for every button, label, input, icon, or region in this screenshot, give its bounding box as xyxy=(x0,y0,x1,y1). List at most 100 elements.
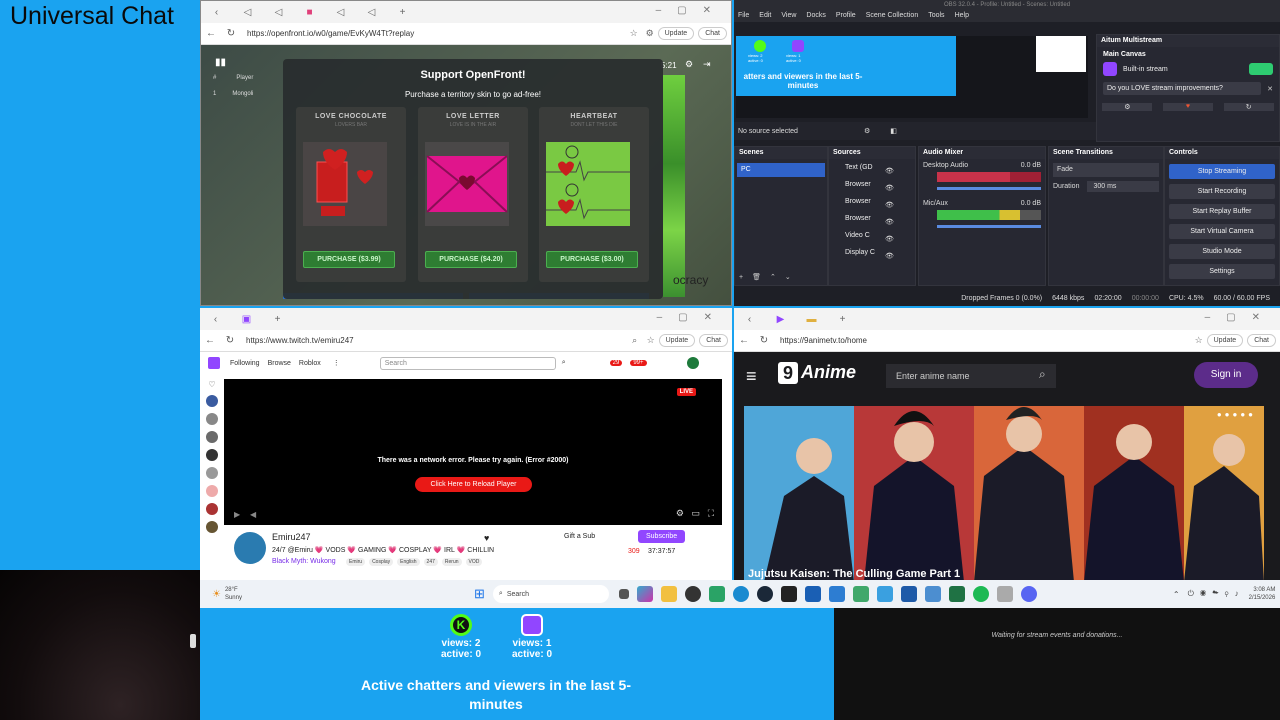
source-item[interactable]: Text (GD xyxy=(829,159,915,176)
menu-item[interactable]: Profile xyxy=(836,10,856,22)
excel-icon[interactable] xyxy=(948,586,965,602)
url-field[interactable]: https://openfront.io/w0/game/EvKyW4Tt?re… xyxy=(247,29,626,38)
taskbar-search[interactable]: ⌕ Search xyxy=(492,585,609,603)
anime-search-input[interactable]: Enter anime name xyxy=(886,364,1056,388)
copilot-icon[interactable] xyxy=(636,586,653,602)
reload-icon[interactable]: ↻ xyxy=(754,335,774,346)
obs-app-icon[interactable] xyxy=(684,586,701,602)
menu-item[interactable]: Help xyxy=(955,10,969,22)
file-explorer-icon[interactable] xyxy=(660,586,677,602)
featured-banner[interactable]: Jujutsu Kaisen: The Culling Game Part 1 … xyxy=(744,406,1264,580)
bookmark-icon[interactable]: ☆ xyxy=(1191,335,1207,346)
back-icon[interactable]: ← xyxy=(201,28,221,39)
nav-browse[interactable]: Browse xyxy=(268,360,291,367)
twitch-logo-icon[interactable] xyxy=(208,357,220,369)
chat-button[interactable]: Chat xyxy=(1247,334,1276,347)
volume-icon[interactable]: ◀ xyxy=(250,510,256,519)
window-controls[interactable]: –▢✕ xyxy=(1205,312,1276,323)
settings-button[interactable]: Settings xyxy=(1169,264,1275,279)
task-view-icon[interactable] xyxy=(618,589,629,599)
start-icon[interactable]: ⊞ xyxy=(474,586,485,602)
properties-icon[interactable]: ⚙ xyxy=(864,127,870,135)
reload-player-button[interactable]: Click Here to Reload Player xyxy=(415,477,532,492)
window-controls[interactable]: –▢✕ xyxy=(656,5,727,16)
channel-avatar[interactable] xyxy=(206,449,218,461)
tray-chevron-icon[interactable]: ⌃ xyxy=(1173,590,1180,599)
theatre-icon[interactable]: ▭ xyxy=(691,508,700,519)
spotify-icon[interactable] xyxy=(972,586,989,602)
duration-input[interactable]: 300 ms xyxy=(1087,181,1159,192)
bookmark-icon[interactable]: ☆ xyxy=(626,28,642,39)
url-field[interactable]: https://www.twitch.tv/emiru247 xyxy=(246,336,627,345)
site-logo-nine[interactable]: 9 xyxy=(778,362,798,384)
refresh-icon[interactable]: ↻ xyxy=(1223,103,1274,111)
source-item[interactable]: Browser xyxy=(829,210,915,227)
tag[interactable]: 247 xyxy=(423,558,438,566)
tray-icons[interactable]: ⏻◉☁⚲♪ xyxy=(1188,589,1245,599)
tag[interactable]: VOD xyxy=(465,558,483,566)
purchase-button[interactable]: PURCHASE ($3.00) xyxy=(546,251,638,268)
update-button[interactable]: Update xyxy=(657,27,695,40)
obs-preview[interactable]: views: 2 active: 0 views: 1 active: 0 at… xyxy=(736,36,1088,118)
search-icon[interactable]: ⌕ xyxy=(562,359,566,367)
youtube-tab-icon[interactable]: ▶ xyxy=(765,314,796,325)
source-item[interactable]: Browser xyxy=(829,193,915,210)
more-icon[interactable]: ⋮ xyxy=(333,359,340,367)
tag[interactable]: Rerun xyxy=(441,558,462,566)
purchase-button[interactable]: PURCHASE ($3.99) xyxy=(303,251,395,268)
audio-tab-icon[interactable]: ◁ xyxy=(325,7,356,18)
slide-dots[interactable]: ●●●●● xyxy=(1217,410,1256,419)
audio-tab-icon[interactable]: ◁ xyxy=(263,7,294,18)
channel-avatar[interactable] xyxy=(206,431,218,443)
gear-icon[interactable]: ⚙ xyxy=(1102,103,1153,111)
folder-tab-icon[interactable]: ▬ xyxy=(796,314,827,325)
fullscreen-icon[interactable]: ⛶ xyxy=(708,508,714,519)
extension-icon[interactable]: ⚙ xyxy=(642,28,658,39)
studio-mode-button[interactable]: Studio Mode xyxy=(1169,244,1275,259)
channel-avatar[interactable] xyxy=(206,413,218,425)
reload-icon[interactable]: ↻ xyxy=(221,28,241,39)
stop-streaming-button[interactable]: Stop Streaming xyxy=(1169,164,1275,179)
menu-item[interactable]: Docks xyxy=(806,10,825,22)
back-icon[interactable]: ← xyxy=(734,335,754,346)
channel-avatar[interactable] xyxy=(206,503,218,515)
notification-badge[interactable]: 29 xyxy=(609,360,623,366)
update-button[interactable]: Update xyxy=(1206,334,1244,347)
search-input[interactable]: Search xyxy=(379,356,556,370)
tag[interactable]: Emiru xyxy=(346,558,366,566)
whisper-badge[interactable]: 99+ xyxy=(630,360,647,366)
video-player[interactable]: LIVE There was a network error. Please t… xyxy=(224,379,722,525)
transition-select[interactable]: Fade xyxy=(1053,163,1159,177)
app-icon[interactable] xyxy=(900,586,917,602)
back-tab-icon[interactable]: ‹ xyxy=(201,7,232,18)
clock-date[interactable]: 2/15/2026 xyxy=(1249,594,1276,602)
menu-item[interactable]: Scene Collection xyxy=(866,10,919,22)
back-tab-icon[interactable]: ‹ xyxy=(200,314,231,325)
steam-icon[interactable] xyxy=(756,586,773,602)
app-icon[interactable] xyxy=(708,586,725,602)
mic-slider[interactable] xyxy=(937,225,1041,228)
new-tab-button[interactable]: + xyxy=(262,314,293,325)
stream-status-toggle[interactable] xyxy=(1249,63,1273,75)
channel-avatar[interactable] xyxy=(206,395,218,407)
app-icon[interactable] xyxy=(828,586,845,602)
tag[interactable]: Cosplay xyxy=(369,558,394,566)
purchase-button[interactable]: PURCHASE ($4.20) xyxy=(425,251,517,268)
source-item[interactable]: Browser xyxy=(829,176,915,193)
love-improvements-button[interactable]: Do you LOVE stream improvements? xyxy=(1103,82,1262,95)
app-icon[interactable] xyxy=(852,586,869,602)
chat-button[interactable]: Chat xyxy=(698,27,727,40)
audio-tab-icon[interactable]: ◁ xyxy=(232,7,263,18)
nav-following[interactable]: Following xyxy=(230,360,260,367)
player-settings-icon[interactable]: ⚙ xyxy=(676,508,684,519)
start-replay-buffer-button[interactable]: Start Replay Buffer xyxy=(1169,204,1275,219)
window-controls[interactable]: –▢✕ xyxy=(657,312,728,323)
search-icon[interactable]: ⌕ xyxy=(1039,367,1046,382)
filters-icon[interactable]: ◧ xyxy=(890,127,897,135)
channel-avatar[interactable] xyxy=(206,485,218,497)
new-tab-button[interactable]: + xyxy=(387,7,418,18)
heart-icon[interactable]: ♡ xyxy=(204,380,220,389)
weather-icon[interactable]: ☀ xyxy=(212,589,221,600)
bookmark-icon[interactable]: ☆ xyxy=(643,335,659,346)
app-icon[interactable] xyxy=(996,586,1013,602)
